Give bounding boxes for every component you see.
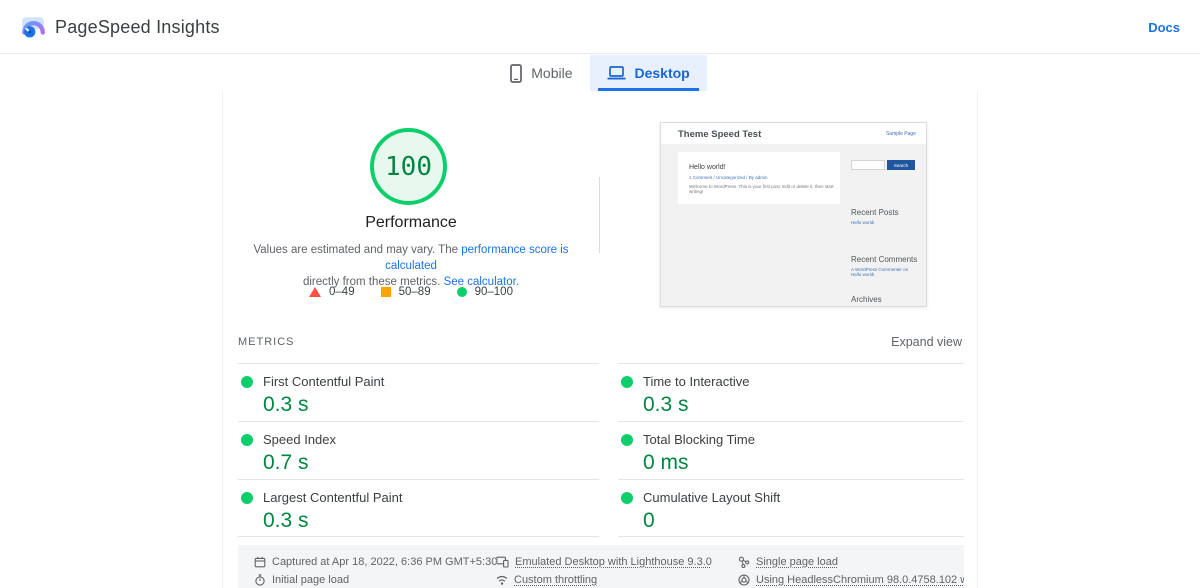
average-square-icon — [381, 287, 391, 297]
thumb-site-header: Theme Speed Test Sample Page — [661, 123, 926, 144]
performance-score-gauge[interactable]: 100 — [370, 128, 447, 205]
thumb-post-title: Hello world! — [689, 164, 726, 171]
metric-value: 0.3 s — [263, 509, 309, 533]
thumb-recent-comments-link: A WordPress Commenter on Hello world! — [851, 267, 919, 277]
mobile-phone-icon — [510, 64, 522, 83]
tab-mobile[interactable]: Mobile — [493, 55, 589, 91]
metric-name: First Contentful Paint — [263, 374, 384, 389]
page-load-graph-icon — [738, 556, 750, 568]
browser-version-text: Using HeadlessChromium 98.0.4758.102 wit… — [756, 574, 964, 586]
legend-average: 50–89 — [381, 286, 431, 298]
metric-name: Time to Interactive — [643, 374, 749, 389]
metric-value: 0.3 s — [643, 393, 689, 417]
legend-average-range: 50–89 — [399, 286, 431, 298]
thumb-nav-link: Sample Page — [886, 131, 916, 137]
initial-page-load-text: Initial page load — [272, 574, 349, 586]
emulated-device-text: Emulated Desktop with Lighthouse 9.3.0 — [515, 556, 712, 568]
browser-version-item[interactable]: Using HeadlessChromium 98.0.4758.102 wit… — [738, 574, 964, 586]
disclaimer-text-1: Values are estimated and may vary. The — [253, 244, 461, 256]
thumb-search-input — [851, 160, 885, 170]
desktop-laptop-icon — [607, 65, 626, 81]
metric-speed-index: Speed Index 0.7 s — [238, 421, 599, 479]
thumb-search-row: Search — [851, 160, 915, 170]
tab-desktop-label: Desktop — [635, 65, 690, 81]
thumb-search-button: Search — [887, 160, 915, 170]
pagespeed-insights-page: PageSpeed Insights Docs Mobile Desktop — [0, 0, 1200, 588]
metric-name: Cumulative Layout Shift — [643, 490, 780, 505]
thumb-archives-heading: Archives — [851, 295, 882, 304]
brand[interactable]: PageSpeed Insights — [20, 14, 220, 40]
pass-dot-icon — [241, 376, 253, 388]
initial-page-load-item: Initial page load — [254, 574, 496, 586]
metric-value: 0 ms — [643, 451, 689, 475]
metric-cumulative-layout-shift: Cumulative Layout Shift 0 — [618, 479, 964, 537]
network-throttling-icon — [496, 574, 508, 586]
docs-link[interactable]: Docs — [1148, 20, 1180, 35]
metric-name: Largest Contentful Paint — [263, 490, 402, 505]
pass-dot-icon — [621, 376, 633, 388]
pass-dot-icon — [241, 492, 253, 504]
legend-pass: 90–100 — [457, 286, 513, 298]
performance-score-value: 100 — [385, 152, 432, 182]
thumb-post-card: Hello world! 1 Comment / Uncategorized /… — [678, 152, 840, 204]
legend-fail: 0–49 — [309, 286, 355, 298]
thumb-post-meta: 1 Comment / Uncategorized / By admin — [689, 175, 768, 180]
captured-at-item: Captured at Apr 18, 2022, 6:36 PM GMT+5:… — [254, 556, 496, 568]
single-page-load-text: Single page load — [756, 556, 838, 568]
performance-category-label: Performance — [223, 214, 599, 232]
thumb-post-body: Welcome to WordPress. This is your first… — [689, 184, 834, 194]
metrics-section-heading: METRICS — [238, 336, 295, 348]
pass-dot-icon — [621, 434, 633, 446]
metric-largest-contentful-paint: Largest Contentful Paint 0.3 s — [238, 479, 599, 537]
tab-desktop[interactable]: Desktop — [590, 55, 707, 91]
thumb-recent-posts-link: Hello world! — [851, 220, 919, 225]
metric-value: 0 — [643, 509, 655, 533]
custom-throttling-item[interactable]: Custom throttling — [496, 574, 738, 586]
pass-dot-icon — [241, 434, 253, 446]
metric-time-to-interactive: Time to Interactive 0.3 s — [618, 363, 964, 421]
pagespeed-logo-icon — [20, 14, 46, 40]
thumb-site-title: Theme Speed Test — [678, 129, 761, 140]
emulated-device-item[interactable]: Emulated Desktop with Lighthouse 9.3.0 — [496, 556, 738, 568]
score-disclaimer: Values are estimated and may vary. The p… — [231, 242, 591, 290]
thumb-recent-comments-heading: Recent Comments — [851, 255, 917, 264]
app-header: PageSpeed Insights Docs — [0, 0, 1200, 54]
device-tabbar: Mobile Desktop — [0, 55, 1200, 91]
metric-first-contentful-paint: First Contentful Paint 0.3 s — [238, 363, 599, 421]
legend-fail-range: 0–49 — [329, 286, 355, 298]
metric-total-blocking-time: Total Blocking Time 0 ms — [618, 421, 964, 479]
single-page-load-item[interactable]: Single page load — [738, 556, 964, 568]
metrics-column-right: Time to Interactive 0.3 s Total Blocking… — [618, 363, 964, 537]
tab-mobile-label: Mobile — [531, 65, 572, 81]
legend-pass-range: 90–100 — [475, 286, 513, 298]
metric-name: Speed Index — [263, 432, 336, 447]
fail-triangle-icon — [309, 287, 321, 297]
final-screenshot-thumbnail[interactable]: Theme Speed Test Sample Page Hello world… — [660, 122, 927, 307]
score-legend: 0–49 50–89 90–100 — [223, 286, 599, 298]
captured-at-text: Captured at Apr 18, 2022, 6:36 PM GMT+5:… — [272, 556, 496, 568]
expand-view-button[interactable]: Expand view — [891, 335, 962, 349]
metric-value: 0.3 s — [263, 393, 309, 417]
chromium-icon — [738, 574, 750, 586]
metric-value: 0.7 s — [263, 451, 309, 475]
score-thumbnail-divider — [599, 177, 600, 253]
custom-throttling-text: Custom throttling — [514, 574, 597, 586]
disclaimer-line-1: Values are estimated and may vary. The p… — [231, 242, 591, 274]
thumb-site-body: Hello world! 1 Comment / Uncategorized /… — [661, 144, 926, 306]
metric-name: Total Blocking Time — [643, 432, 755, 447]
app-title: PageSpeed Insights — [55, 17, 220, 38]
device-emulation-icon — [496, 556, 509, 568]
report-card: 100 Performance Values are estimated and… — [222, 91, 978, 588]
run-settings-footer: Captured at Apr 18, 2022, 6:36 PM GMT+5:… — [238, 545, 964, 588]
metrics-column-left: First Contentful Paint 0.3 s Speed Index… — [238, 363, 599, 537]
pass-circle-icon — [457, 287, 467, 297]
calendar-icon — [254, 556, 266, 568]
stopwatch-icon — [254, 574, 266, 586]
pass-dot-icon — [621, 492, 633, 504]
thumb-recent-posts-heading: Recent Posts — [851, 208, 899, 217]
thumb-sidebar: Search Search Recent Posts Hello world! … — [851, 152, 919, 170]
